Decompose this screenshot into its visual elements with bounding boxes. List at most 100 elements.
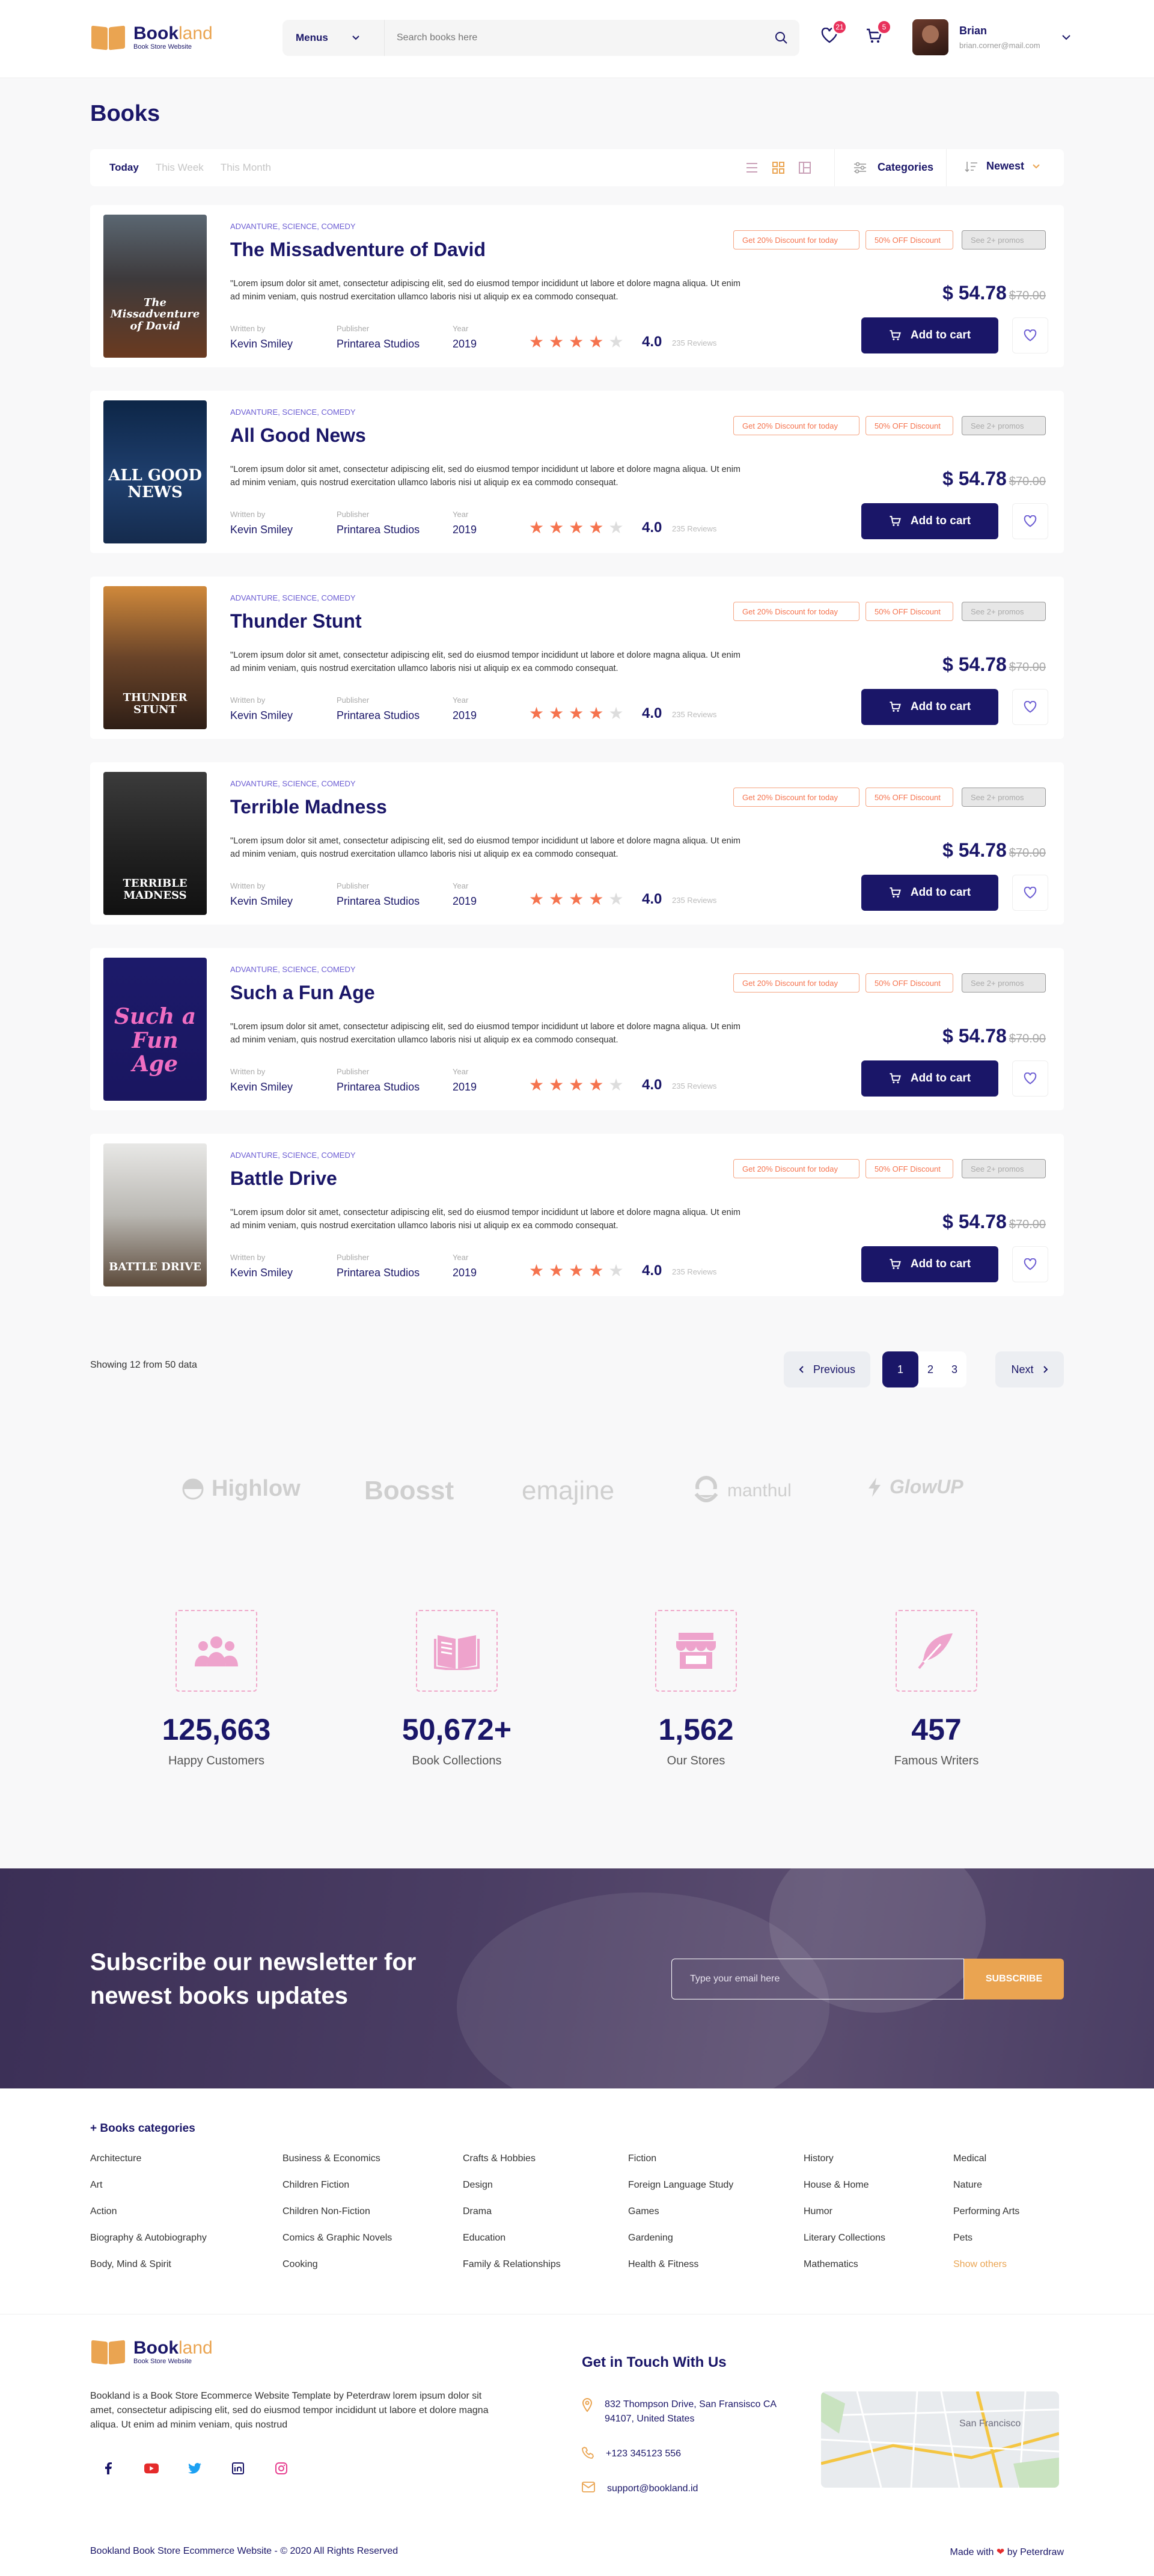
category-link[interactable]: Biography & Autobiography bbox=[90, 2233, 207, 2259]
favorite-button[interactable] bbox=[1012, 317, 1048, 353]
add-to-cart-button[interactable]: Add to cart bbox=[861, 875, 998, 911]
instagram-icon[interactable] bbox=[274, 2461, 288, 2476]
favorite-button[interactable] bbox=[1012, 503, 1048, 539]
category-link[interactable]: Education bbox=[463, 2233, 561, 2259]
see-more-promos-button[interactable]: See 2+ promos bbox=[962, 788, 1046, 807]
reviews-count[interactable]: 235 Reviews bbox=[672, 1267, 716, 1276]
cart-button[interactable]: 5 bbox=[866, 19, 892, 47]
reviews-count[interactable]: 235 Reviews bbox=[672, 524, 716, 533]
reviews-count[interactable]: 235 Reviews bbox=[672, 896, 716, 905]
book-cover[interactable]: ALL GOOD NEWS bbox=[103, 400, 207, 543]
category-link[interactable]: House & Home bbox=[804, 2180, 885, 2206]
tab-this-week[interactable]: This Week bbox=[156, 162, 204, 174]
subscribe-button[interactable]: SUBSCRIBE bbox=[964, 1959, 1064, 1999]
show-others-link[interactable]: Show others bbox=[953, 2259, 1019, 2286]
location-map[interactable]: San Francisco bbox=[821, 2391, 1059, 2488]
book-title[interactable]: All Good News bbox=[230, 424, 366, 447]
book-title[interactable]: Terrible Madness bbox=[230, 796, 387, 818]
promo-badge[interactable]: 50% OFF Discount bbox=[866, 1159, 953, 1178]
category-link[interactable]: Literary Collections bbox=[804, 2233, 885, 2259]
book-genre[interactable]: ADVANTURE, SCIENCE, COMEDY bbox=[230, 779, 356, 788]
add-to-cart-button[interactable]: Add to cart bbox=[861, 689, 998, 725]
promo-badge[interactable]: Get 20% Discount for today bbox=[733, 416, 859, 435]
book-cover[interactable]: TERRIBLE MADNESS bbox=[103, 772, 207, 915]
promo-badge[interactable]: Get 20% Discount for today bbox=[733, 230, 859, 249]
facebook-icon[interactable] bbox=[101, 2461, 115, 2476]
favorite-button[interactable] bbox=[1012, 1060, 1048, 1097]
favorite-button[interactable] bbox=[1012, 875, 1048, 911]
promo-badge[interactable]: 50% OFF Discount bbox=[866, 230, 953, 249]
category-link[interactable]: Mathematics bbox=[804, 2259, 885, 2286]
category-link[interactable]: Pets bbox=[953, 2233, 1019, 2259]
search-input[interactable] bbox=[385, 20, 763, 56]
page-2-button[interactable]: 2 bbox=[918, 1363, 942, 1376]
category-link[interactable]: Gardening bbox=[628, 2233, 733, 2259]
contact-email[interactable]: support@bookland.id bbox=[582, 2482, 698, 2496]
book-cover[interactable]: THUNDER STUNT bbox=[103, 586, 207, 729]
column-view-icon[interactable] bbox=[798, 161, 811, 174]
reviews-count[interactable]: 235 Reviews bbox=[672, 1081, 716, 1091]
book-genre[interactable]: ADVANTURE, SCIENCE, COMEDY bbox=[230, 408, 356, 417]
add-to-cart-button[interactable]: Add to cart bbox=[861, 317, 998, 353]
promo-badge[interactable]: Get 20% Discount for today bbox=[733, 1159, 859, 1178]
page-3-button[interactable]: 3 bbox=[942, 1363, 966, 1376]
book-genre[interactable]: ADVANTURE, SCIENCE, COMEDY bbox=[230, 222, 356, 231]
book-cover[interactable]: Such a Fun Age bbox=[103, 958, 207, 1101]
category-link[interactable]: Drama bbox=[463, 2206, 561, 2233]
category-link[interactable]: Games bbox=[628, 2206, 733, 2233]
category-link[interactable]: Crafts & Hobbies bbox=[463, 2153, 561, 2180]
tab-this-month[interactable]: This Month bbox=[221, 162, 271, 174]
footer-logo[interactable]: Bookland Book Store Website bbox=[90, 2337, 213, 2366]
youtube-icon[interactable] bbox=[144, 2461, 159, 2476]
sort-dropdown[interactable]: Newest bbox=[965, 160, 1040, 173]
page-1-button[interactable]: 1 bbox=[882, 1351, 918, 1387]
book-cover[interactable]: BATTLE DRIVE bbox=[103, 1143, 207, 1286]
linkedin-icon[interactable] bbox=[231, 2461, 245, 2476]
book-title[interactable]: Thunder Stunt bbox=[230, 610, 362, 632]
menus-dropdown[interactable]: Menus bbox=[282, 20, 385, 56]
category-link[interactable]: Art bbox=[90, 2180, 207, 2206]
category-link[interactable]: Comics & Graphic Novels bbox=[282, 2233, 392, 2259]
user-menu[interactable]: Brian brian.corner@mail.com bbox=[912, 19, 1070, 55]
previous-button[interactable]: Previous bbox=[784, 1351, 870, 1387]
book-title[interactable]: The Missadventure of David bbox=[230, 239, 486, 261]
book-cover[interactable]: The Missadventure of David bbox=[103, 215, 207, 358]
category-link[interactable]: Design bbox=[463, 2180, 561, 2206]
next-button[interactable]: Next bbox=[995, 1351, 1064, 1387]
book-genre[interactable]: ADVANTURE, SCIENCE, COMEDY bbox=[230, 593, 356, 602]
add-to-cart-button[interactable]: Add to cart bbox=[861, 1060, 998, 1097]
grid-view-icon[interactable] bbox=[772, 161, 785, 174]
see-more-promos-button[interactable]: See 2+ promos bbox=[962, 602, 1046, 621]
add-to-cart-button[interactable]: Add to cart bbox=[861, 1246, 998, 1282]
category-link[interactable]: Humor bbox=[804, 2206, 885, 2233]
category-link[interactable]: Architecture bbox=[90, 2153, 207, 2180]
reviews-count[interactable]: 235 Reviews bbox=[672, 338, 716, 347]
book-title[interactable]: Such a Fun Age bbox=[230, 982, 375, 1004]
twitter-icon[interactable] bbox=[188, 2461, 202, 2476]
logo[interactable]: Bookland Book Store Website bbox=[90, 23, 213, 52]
category-link[interactable]: History bbox=[804, 2153, 885, 2180]
category-link[interactable]: Medical bbox=[953, 2153, 1019, 2180]
category-link[interactable]: Fiction bbox=[628, 2153, 733, 2180]
favorite-button[interactable] bbox=[1012, 689, 1048, 725]
category-link[interactable]: Business & Economics bbox=[282, 2153, 392, 2180]
category-link[interactable]: Action bbox=[90, 2206, 207, 2233]
favorite-button[interactable] bbox=[1012, 1246, 1048, 1282]
promo-badge[interactable]: Get 20% Discount for today bbox=[733, 602, 859, 621]
promo-badge[interactable]: 50% OFF Discount bbox=[866, 788, 953, 807]
category-link[interactable]: Nature bbox=[953, 2180, 1019, 2206]
promo-badge[interactable]: 50% OFF Discount bbox=[866, 602, 953, 621]
book-genre[interactable]: ADVANTURE, SCIENCE, COMEDY bbox=[230, 965, 356, 974]
promo-badge[interactable]: 50% OFF Discount bbox=[866, 416, 953, 435]
categories-title[interactable]: + Books categories bbox=[90, 2122, 195, 2135]
promo-badge[interactable]: 50% OFF Discount bbox=[866, 973, 953, 993]
newsletter-email-input[interactable] bbox=[671, 1959, 964, 1999]
add-to-cart-button[interactable]: Add to cart bbox=[861, 503, 998, 539]
reviews-count[interactable]: 235 Reviews bbox=[672, 710, 716, 719]
book-genre[interactable]: ADVANTURE, SCIENCE, COMEDY bbox=[230, 1151, 356, 1160]
categories-filter[interactable]: Categories bbox=[853, 161, 933, 174]
tab-today[interactable]: Today bbox=[109, 162, 139, 174]
book-title[interactable]: Battle Drive bbox=[230, 1167, 337, 1190]
see-more-promos-button[interactable]: See 2+ promos bbox=[962, 1159, 1046, 1178]
category-link[interactable]: Family & Relationships bbox=[463, 2259, 561, 2286]
